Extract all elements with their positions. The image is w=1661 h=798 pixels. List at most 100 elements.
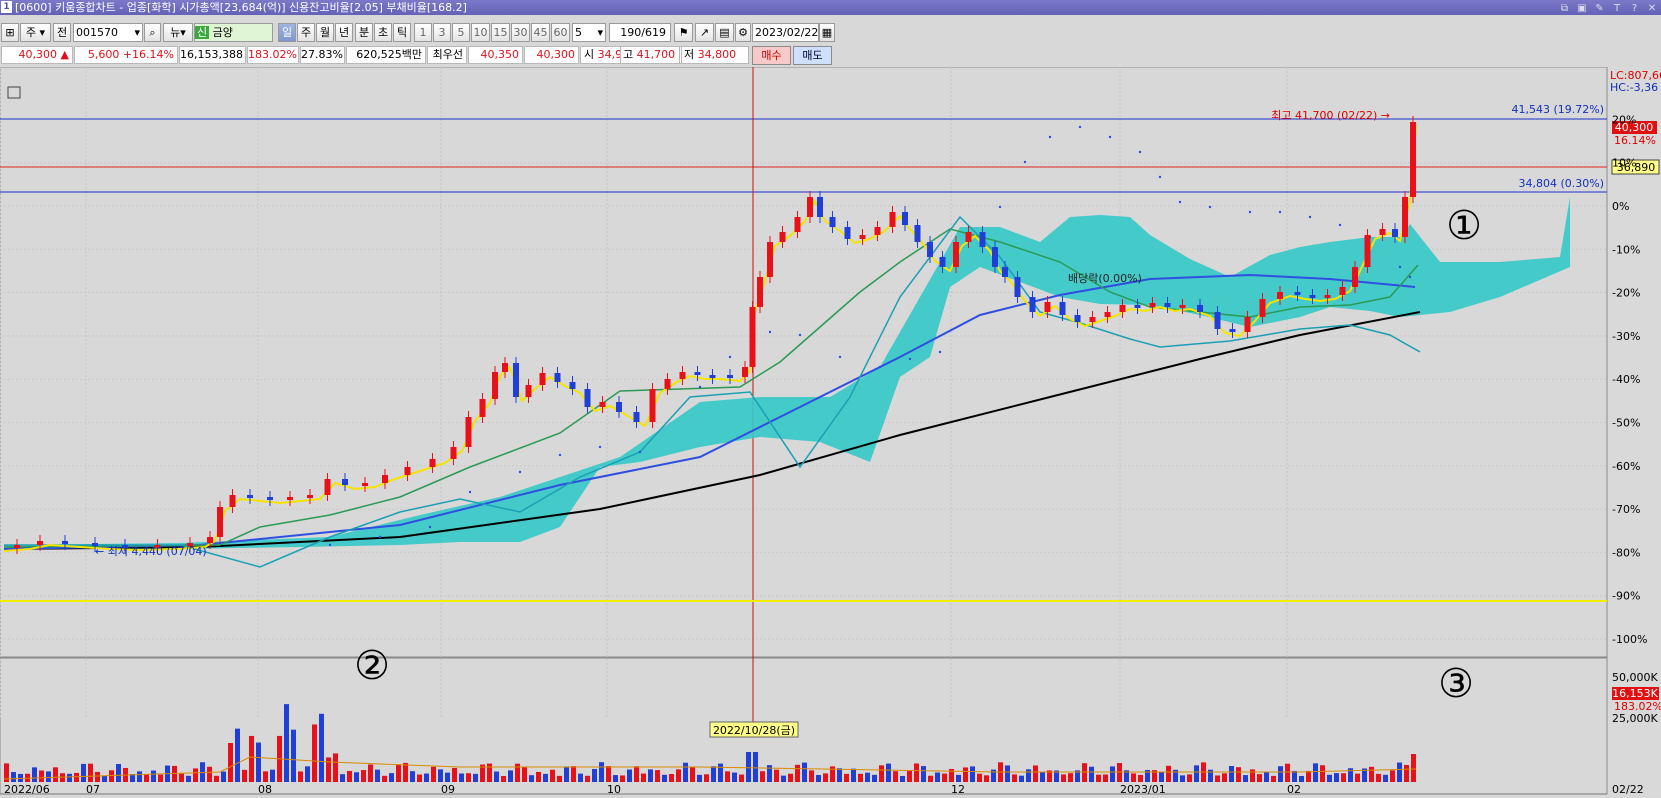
trend-icon[interactable]: ↗ (695, 23, 714, 42)
stock-name-field[interactable]: 신 금양 (194, 23, 273, 42)
volume-bar (494, 771, 499, 782)
volume-bar (1334, 773, 1339, 782)
volume-bar (144, 774, 149, 782)
price-axis-label: -30% (1612, 330, 1640, 343)
volume-bar (1327, 774, 1332, 782)
volume-tag: 16,153K (1612, 687, 1658, 700)
minute-5-button[interactable]: 5 (452, 23, 470, 42)
sar-dot (798, 333, 802, 337)
volume-bar (1159, 772, 1164, 782)
sar-dot (838, 355, 842, 359)
volume-bar (1019, 775, 1024, 782)
data-count-field[interactable]: 190/619 (609, 23, 671, 42)
date-input[interactable]: 2023/02/22 (752, 23, 819, 42)
text-icon[interactable]: T (1610, 1, 1624, 16)
volume-bar (746, 752, 751, 782)
candle-body (513, 363, 519, 397)
volume-bar (1061, 774, 1066, 782)
tab-week[interactable]: 주 (297, 23, 315, 42)
sar-dot (908, 357, 912, 361)
volume-axis-label: 25,000K (1612, 712, 1658, 725)
candle-body (37, 541, 43, 545)
tab-month[interactable]: 월 (316, 23, 334, 42)
volume-bar (1103, 774, 1108, 782)
price-axis-label: -50% (1612, 417, 1640, 430)
candle-body (1379, 229, 1386, 235)
settings-icon[interactable]: ⚙ (735, 23, 751, 42)
help-icon[interactable]: ? (1628, 1, 1642, 16)
volume-bar (235, 728, 240, 782)
sar-dot (1078, 125, 1082, 129)
volume-bar (963, 767, 968, 782)
volume-bar (263, 771, 268, 782)
candle-body (649, 389, 656, 422)
volume-bar (725, 771, 730, 782)
sar-dot (1338, 223, 1342, 227)
sell-button[interactable]: 매도 (793, 46, 832, 65)
volume-bar (270, 769, 275, 782)
candle-body (749, 307, 756, 367)
minute-60-button[interactable]: 60 (551, 23, 570, 42)
buy-button[interactable]: 매수 (752, 46, 791, 65)
volume-bar (697, 774, 702, 782)
sar-dot (1308, 215, 1312, 219)
calendar-icon[interactable]: ▦ (819, 23, 835, 42)
volume-bar (249, 735, 254, 782)
minute-15-button[interactable]: 15 (491, 23, 510, 42)
tab-day[interactable]: 일 (278, 23, 296, 42)
indicator-icon[interactable]: ⚑ (674, 23, 693, 42)
tab-second[interactable]: 초 (374, 23, 392, 42)
quote-bar: 40,300 ▲ 5,600 +16.14% 16,153,388 183.02… (0, 46, 832, 65)
save-icon[interactable]: ▤ (715, 23, 734, 42)
candle-body (1164, 303, 1171, 307)
volume-bar (942, 773, 947, 782)
volume-axis-label: 50,000K (1612, 671, 1658, 684)
volume-bar (1376, 773, 1381, 782)
minute-3-button[interactable]: 3 (433, 23, 451, 42)
sar-dot (1023, 160, 1027, 164)
candle-body (694, 372, 701, 375)
layout-icon[interactable]: ⊞ (1, 23, 19, 42)
stock-code-input[interactable]: 001570 ▾ (73, 23, 143, 42)
low-price: 저 34,800 (681, 46, 749, 64)
current-price: 40,300 ▲ (1, 46, 73, 64)
minute-1-button[interactable]: 1 (414, 23, 432, 42)
volume-ratio: 183.02% (247, 46, 299, 64)
candle-body (1104, 312, 1111, 317)
tab-tick[interactable]: 틱 (393, 23, 411, 42)
price-chart-svg[interactable]: LC:807,66HC:-3,3641,543 (19.72%)34,804 (… (0, 66, 1661, 796)
top-line-label: 41,543 (19.72%) (1511, 103, 1604, 116)
minute-10-button[interactable]: 10 (471, 23, 490, 42)
search-icon[interactable]: ⌕ (144, 23, 161, 42)
volume-bar (1306, 770, 1311, 782)
volume-bar (368, 764, 373, 782)
interval-select[interactable]: 5 ▾ (572, 23, 606, 42)
minute-45-button[interactable]: 45 (531, 23, 550, 42)
close-icon[interactable]: ✕ (1645, 1, 1659, 16)
prev-button[interactable]: 전 (53, 23, 71, 42)
volume-bar (382, 775, 387, 782)
volume-bar (809, 770, 814, 782)
volume-bar (676, 769, 681, 782)
volume-bar (389, 773, 394, 782)
volume-bar (599, 762, 604, 782)
volume-bar (151, 770, 156, 782)
restore-icon[interactable]: ⧉ (1558, 1, 1572, 16)
period-unit-select[interactable]: 주 ▾ (20, 23, 51, 42)
tab-minute[interactable]: 분 (355, 23, 373, 42)
pin-icon[interactable]: ✎ (1593, 1, 1607, 16)
volume-bar (823, 773, 828, 782)
volume-bar (718, 763, 723, 782)
candle-body (1324, 295, 1331, 298)
volume-bar (375, 769, 380, 782)
minute-30-button[interactable]: 30 (511, 23, 530, 42)
volume-bar (536, 771, 541, 782)
sector-select[interactable]: 뉴▾ (163, 23, 193, 42)
volume-bar (501, 775, 506, 782)
tile-icon[interactable]: ▣ (1575, 1, 1589, 16)
tab-year[interactable]: 년 (335, 23, 353, 42)
chart-area[interactable]: LC:807,66 HC:-3,36 41,543 (19.72%) 34,804 (… (0, 66, 1661, 796)
volume-bar (1082, 763, 1087, 782)
x-axis-label: 10 (607, 783, 621, 795)
volume-bar (452, 767, 457, 782)
